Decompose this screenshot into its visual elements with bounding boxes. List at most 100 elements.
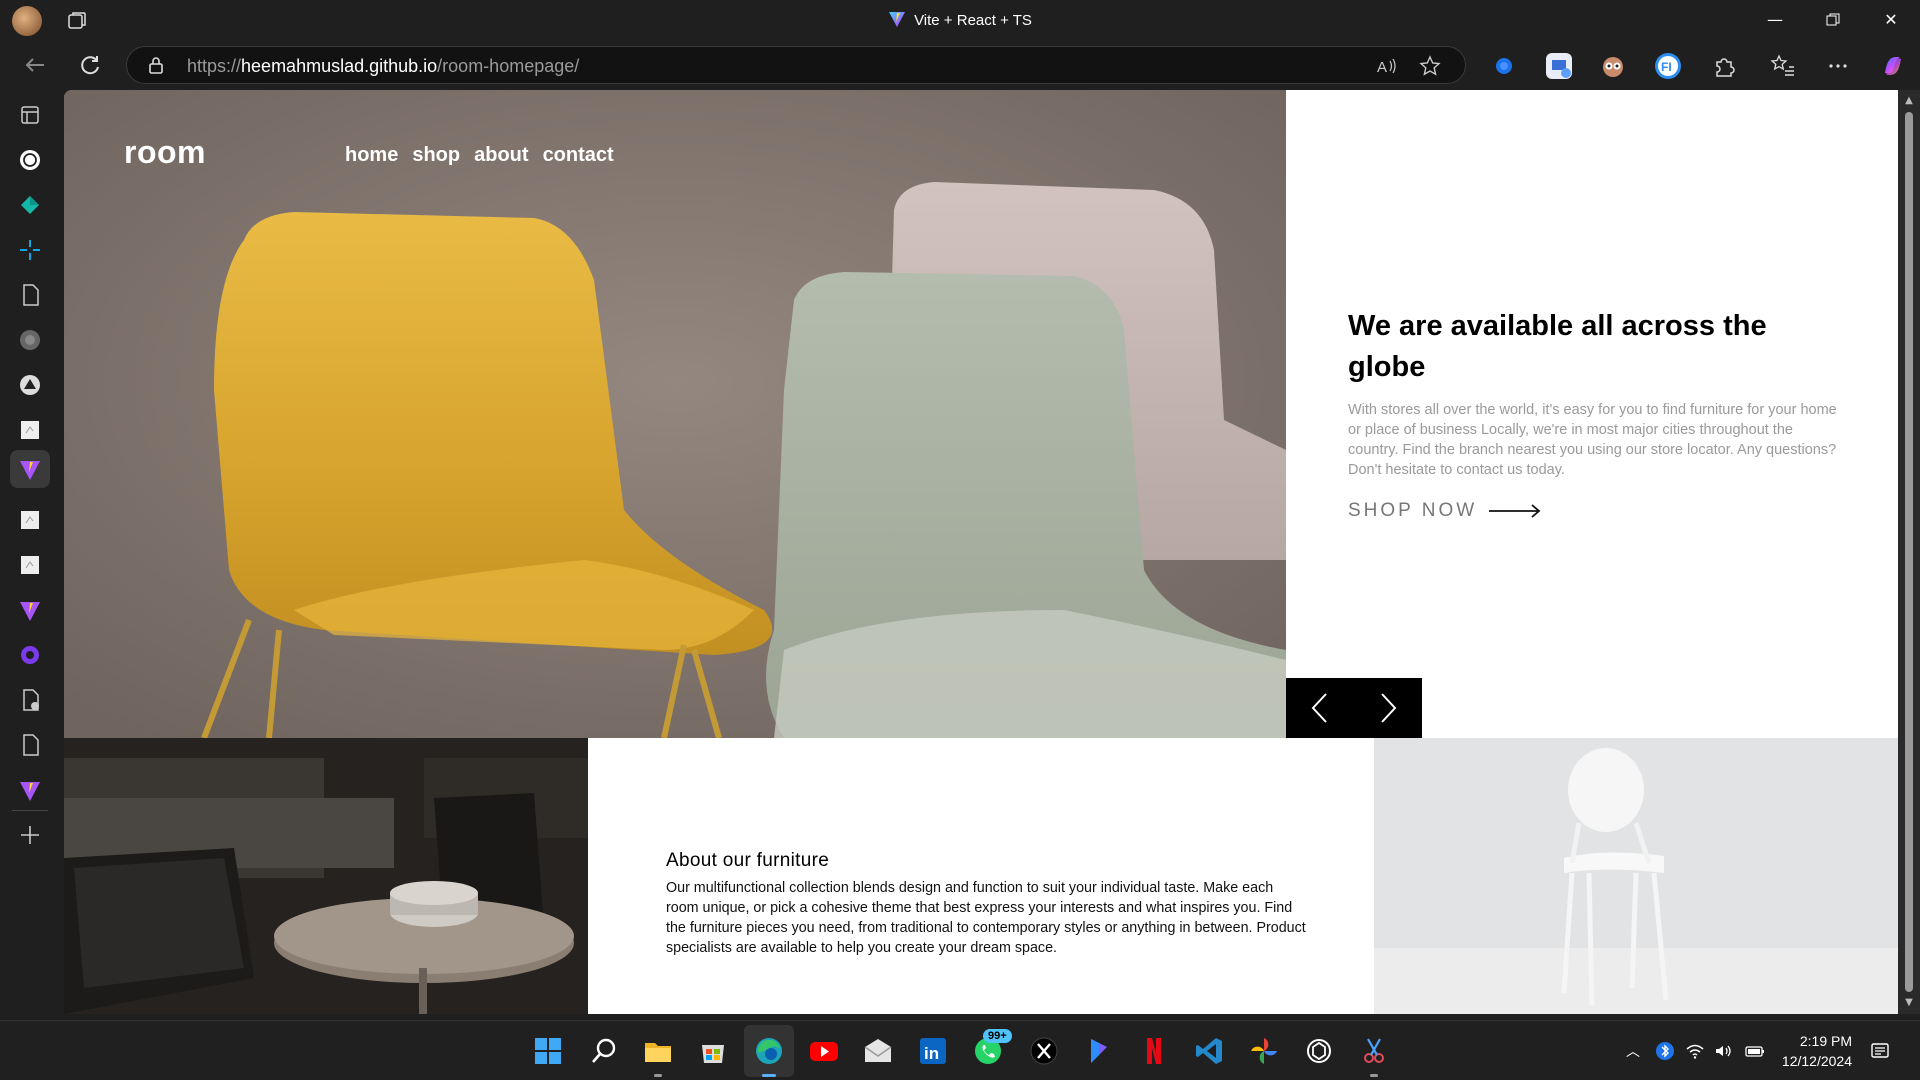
vscode-icon[interactable] [1193,1035,1225,1067]
scroll-down-icon[interactable]: ▼ [1903,998,1915,1008]
sidebar-white-page-icon[interactable] [17,417,43,443]
slider-controls [1286,678,1422,738]
chevron-left-icon [1311,693,1327,723]
edge-browser-icon[interactable] [753,1035,785,1067]
window-title-text: Vite + React + TS [914,12,1032,29]
sidebar-document-icon[interactable] [17,282,43,308]
nav-about-link[interactable]: about [474,144,528,167]
nav-contact-link[interactable]: contact [543,144,614,167]
svg-text:in: in [924,1044,939,1063]
sidebar-sparkle-icon[interactable] [17,237,43,263]
volume-icon[interactable] [1713,1041,1733,1061]
extension-screen-icon[interactable] [1546,53,1572,79]
page-viewport: room home shop about contact We are avai… [64,90,1898,1014]
sidebar-grey-circle-icon[interactable] [17,327,43,353]
shop-now-label: SHOP NOW [1348,500,1478,521]
copilot-icon[interactable] [1880,53,1906,79]
white-chair-image [1374,738,1898,1014]
wifi-icon[interactable] [1685,1041,1705,1061]
chairs-illustration [64,90,1286,738]
sidebar-divider [12,810,48,811]
youtube-icon[interactable] [808,1035,840,1067]
chevron-right-icon [1381,693,1397,723]
nav-shop-link[interactable]: shop [412,144,460,167]
photos-pinwheel-icon[interactable] [1248,1035,1280,1067]
url-path: /room-homepage/ [437,56,580,76]
shop-now-link[interactable]: SHOP NOW [1348,500,1541,522]
extensions-puzzle-icon[interactable] [1711,53,1737,79]
bluetooth-icon[interactable] [1655,1041,1675,1061]
sidebar-openai-icon[interactable] [17,147,43,173]
url-text[interactable]: https://heemahmuslad.github.io/room-home… [187,56,579,77]
slider-next-button[interactable] [1354,678,1422,738]
restore-icon [1826,13,1840,26]
refresh-icon[interactable] [75,50,105,80]
url-host: heemahmuslad.github.io [241,56,438,76]
clock-time: 2:19 PM [1799,1033,1852,1049]
show-hidden-icons-icon[interactable]: ︿ [1623,1041,1643,1061]
dark-room-illustration [64,738,588,1014]
file-explorer-running-dot [654,1074,662,1077]
favorites-list-icon[interactable] [1770,53,1796,79]
svg-text:A: A [1377,59,1387,76]
sidebar-document-icon-2[interactable] [17,732,43,758]
scrollbar-thumb[interactable] [1905,112,1913,992]
lock-icon[interactable] [147,56,165,74]
sidebar-triangle-app-icon[interactable] [17,372,43,398]
about-heading: About our furniture [666,850,830,871]
sidebar-white-page-icon-2[interactable] [17,507,43,533]
more-options-icon[interactable] [1825,53,1851,79]
about-section: About our furniture Our multifunctional … [588,738,1374,1014]
hero-image: room home shop about contact [64,90,1286,738]
snipping-tool-icon[interactable] [1358,1035,1390,1067]
sidebar-vite-icon[interactable] [17,597,43,623]
notifications-icon[interactable] [1870,1041,1890,1061]
sidebar-doc-x-icon[interactable] [17,687,43,713]
linkedin-icon[interactable]: in [917,1035,949,1067]
back-icon[interactable] [20,50,50,80]
netflix-icon[interactable] [1138,1035,1170,1067]
sidebar-teal-app-icon[interactable] [17,192,43,218]
extension-fi-icon[interactable]: FI [1655,53,1681,79]
minimize-button[interactable]: — [1760,6,1790,34]
sidebar-white-page-icon-3[interactable] [17,552,43,578]
windows-start-icon[interactable] [532,1035,564,1067]
sidebar-vite-icon-active[interactable] [17,456,43,482]
browser-sidebar [0,90,62,1018]
page-scrollbar[interactable]: ▲ ▼ [1898,90,1920,1014]
svg-text:FI: FI [1661,60,1672,74]
microsoft-store-icon[interactable] [697,1035,729,1067]
hero-description: With stores all over the world, it's eas… [1348,402,1837,478]
chatgpt-icon[interactable] [1303,1035,1335,1067]
search-icon[interactable] [588,1035,620,1067]
mail-icon[interactable] [862,1035,894,1067]
bing-icon[interactable] [1083,1035,1115,1067]
sidebar-purple-gear-icon[interactable] [17,642,43,668]
extension-blue-dot-icon[interactable] [1491,53,1517,79]
favorite-star-icon[interactable] [1419,55,1441,77]
restore-button[interactable] [1818,6,1848,34]
window-title-bar: Vite + React + TS — ✕ [0,0,1920,40]
slider-prev-button[interactable] [1286,678,1354,738]
scroll-up-icon[interactable]: ▲ [1903,96,1915,106]
file-explorer-icon[interactable] [642,1035,674,1067]
sidebar-tab-panel-icon[interactable] [17,102,43,128]
site-logo[interactable]: room [124,134,206,171]
nav-home-link[interactable]: home [345,144,398,167]
sidebar-add-icon[interactable] [17,822,43,848]
window-title: Vite + React + TS [0,10,1920,29]
vite-logo-icon [889,12,906,27]
close-button[interactable]: ✕ [1876,6,1906,34]
extension-owl-icon[interactable] [1600,53,1626,79]
sidebar-vite-icon-2[interactable] [17,777,43,803]
url-scheme: https:// [187,56,242,76]
address-bar[interactable]: https://heemahmuslad.github.io/room-home… [126,46,1466,84]
snipping-running-dot [1370,1074,1378,1077]
system-clock[interactable]: 2:19 PM 12/12/2024 [1762,1031,1852,1071]
clock-date: 12/12/2024 [1781,1053,1852,1069]
hero-text-panel: We are available all across the globe Wi… [1286,90,1898,738]
hero-heading: We are available all across the globe [1348,310,1767,383]
x-twitter-icon[interactable] [1028,1035,1060,1067]
site-nav: home shop about contact [345,144,614,167]
read-aloud-icon[interactable]: A [1375,55,1397,77]
